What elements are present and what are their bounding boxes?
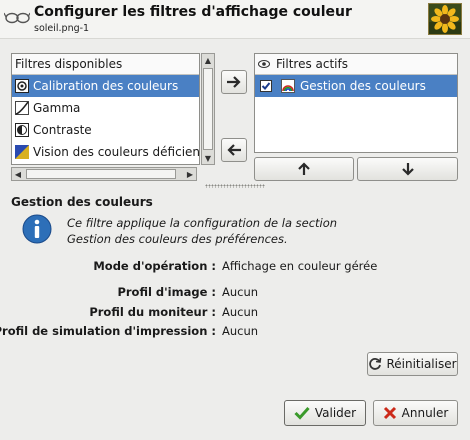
ok-button[interactable]: Valider: [284, 400, 366, 426]
color-calibration-icon: [15, 79, 29, 93]
available-list-vscrollbar[interactable]: ▲ ▼: [201, 53, 215, 165]
checkmark-icon: [294, 406, 310, 420]
arrow-up-icon: [298, 162, 310, 175]
scroll-thumb[interactable]: [203, 68, 213, 150]
available-filters-header[interactable]: Filtres disponibles: [12, 54, 199, 75]
pane-resize-handle[interactable]: [205, 184, 265, 188]
gamma-icon: [15, 101, 29, 115]
active-filter-item-label: Gestion des couleurs: [300, 79, 426, 93]
active-filter-item-color-management[interactable]: Gestion des couleurs: [255, 75, 457, 97]
display-filters-icon: [4, 12, 30, 24]
filter-item-gamma[interactable]: Gamma: [12, 97, 199, 119]
monitor-profile-value: Aucun: [222, 305, 259, 319]
scroll-up-arrow-icon[interactable]: ▲: [202, 54, 214, 66]
image-profile-value: Aucun: [222, 285, 259, 299]
monitor-profile-label: Profil du moniteur :: [89, 305, 216, 319]
filter-enable-checkbox[interactable]: [260, 80, 272, 92]
image-name: soleil.png-1: [34, 23, 90, 34]
image-thumbnail: [428, 3, 462, 35]
filter-item-contrast[interactable]: Contraste: [12, 119, 199, 141]
dialog-header: Configurer les filtres d'affichage coule…: [0, 0, 470, 39]
color-management-icon: [281, 79, 295, 93]
filter-item-label: Calibration des couleurs: [33, 79, 179, 93]
add-filter-button[interactable]: [221, 70, 247, 94]
filter-item-label: Gamma: [33, 101, 81, 115]
arrow-right-icon: [227, 76, 241, 88]
ok-button-label: Valider: [314, 406, 357, 420]
active-filters-list[interactable]: Filtres actifs Gestion des couleurs: [254, 53, 458, 153]
active-filters-header[interactable]: Filtres actifs: [255, 54, 457, 75]
scroll-thumb[interactable]: [26, 169, 176, 179]
mode-label: Mode d'opération :: [93, 259, 216, 273]
reset-button-label: Réinitialiser: [386, 357, 457, 371]
cancel-button-label: Annuler: [401, 406, 449, 420]
filter-item-label: Vision des couleurs déficiente: [33, 145, 200, 159]
remove-filter-button[interactable]: [221, 138, 247, 162]
filter-item-color-deficient-vision[interactable]: Vision des couleurs déficiente: [12, 141, 199, 163]
arrow-left-icon: [227, 144, 241, 156]
scroll-left-arrow-icon[interactable]: ◀: [12, 168, 24, 180]
available-list-hscrollbar[interactable]: ◀ ▶: [11, 167, 197, 181]
print-simulation-profile-label: Profil de simulation d'impression :: [0, 324, 216, 338]
reset-icon: [369, 357, 382, 370]
eye-icon: [258, 60, 270, 68]
checkmark-icon: [261, 82, 271, 90]
cancel-x-icon: [383, 406, 396, 420]
filter-item-color-calibration[interactable]: Calibration des couleurs: [12, 75, 199, 97]
print-simulation-profile-value: Aucun: [222, 324, 259, 338]
move-filter-up-button[interactable]: [254, 157, 354, 181]
contrast-icon: [15, 123, 29, 137]
scroll-down-arrow-icon[interactable]: ▼: [202, 152, 214, 164]
image-profile-label: Profil d'image :: [117, 285, 216, 299]
arrow-down-icon: [401, 163, 414, 176]
scroll-right-arrow-icon[interactable]: ▶: [184, 168, 196, 180]
available-filters-list[interactable]: Filtres disponibles Calibration des coul…: [11, 53, 200, 165]
filter-description-line-2: Gestion des couleurs des préférences.: [67, 232, 288, 246]
move-filter-down-button[interactable]: [357, 157, 458, 181]
color-deficient-vision-icon: [15, 145, 29, 159]
reset-button[interactable]: Réinitialiser: [367, 352, 458, 376]
mode-value: Affichage en couleur gérée: [222, 259, 378, 273]
dialog-title: Configurer les filtres d'affichage coule…: [34, 4, 352, 20]
info-icon: [22, 214, 52, 244]
active-filters-header-label: Filtres actifs: [276, 57, 348, 71]
cancel-button[interactable]: Annuler: [373, 400, 458, 426]
filter-description-line-1: Ce filtre applique la configuration de l…: [67, 216, 338, 230]
filter-settings-title: Gestion des couleurs: [11, 195, 153, 209]
filter-item-label: Contraste: [33, 123, 92, 137]
